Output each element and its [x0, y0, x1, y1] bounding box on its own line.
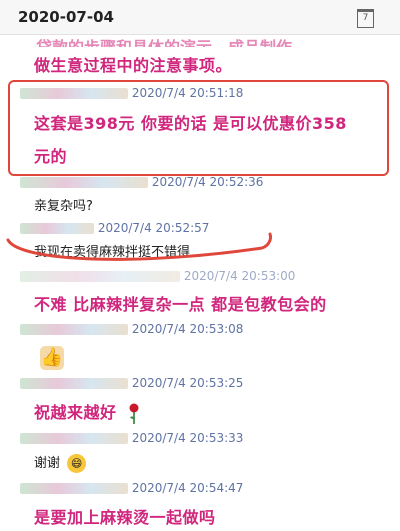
blurred-username: [20, 271, 180, 282]
message-time-7: 2020/7/4 20:53:33: [131, 431, 244, 445]
rose-icon: [129, 403, 139, 424]
grin-emoji-icon: 😄: [67, 454, 87, 473]
red-underline-stroke: [6, 232, 272, 261]
thumbs-up-icon: 👍: [40, 346, 64, 370]
message-time-6: 2020/7/4 20:53:25: [131, 376, 244, 390]
cut-off-message: 贷款的步骤和具体的演示，成品制作: [36, 34, 292, 47]
message-meta-6: 2020/7/4 20:53:25: [20, 376, 243, 390]
blurred-username: [20, 324, 128, 335]
blurred-username: [20, 483, 128, 494]
message-text-6: 祝越来越好: [34, 403, 117, 422]
message-text-8: 是要加上麻辣烫一起做吗: [34, 508, 216, 527]
message-time-4: 2020/7/4 20:53:00: [183, 269, 296, 283]
message-time-5: 2020/7/4 20:53:08: [131, 322, 244, 336]
blurred-username: [20, 88, 128, 99]
message-time-1: 2020/7/4 20:51:18: [131, 86, 244, 100]
message-line-6: 祝越来越好: [34, 399, 141, 425]
message-text-4: 不难 比麻辣拌复杂一点 都是包教包会的: [34, 295, 327, 314]
message-meta-2: 2020/7/4 20:52:36: [20, 175, 263, 189]
message-text-1a: 这套是398元 你要的话 是可以优惠价358: [34, 114, 347, 133]
message-text-7: 谢谢: [34, 456, 61, 471]
message-line-7: 谢谢 😄: [34, 452, 87, 473]
message-meta-5: 2020/7/4 20:53:08: [20, 322, 243, 336]
message-text-a: 做生意过程中的注意事项。: [34, 56, 233, 75]
message-time-8: 2020/7/4 20:54:47: [131, 481, 244, 495]
message-text-1b: 元的: [34, 147, 68, 166]
date-label: 2020-07-04: [18, 8, 114, 26]
message-meta-1: 2020/7/4 20:51:18: [20, 86, 243, 100]
calendar-icon[interactable]: 7: [357, 9, 374, 28]
message-time-2: 2020/7/4 20:52:36: [151, 175, 264, 189]
message-meta-7: 2020/7/4 20:53:33: [20, 431, 243, 445]
message-text-2: 亲复杂吗?: [34, 199, 93, 214]
message-meta-8: 2020/7/4 20:54:47: [20, 481, 243, 495]
blurred-username: [20, 177, 148, 188]
blurred-username: [20, 433, 128, 444]
date-header: 2020-07-04 7: [0, 0, 400, 35]
blurred-username: [20, 378, 128, 389]
message-meta-4: 2020/7/4 20:53:00: [20, 269, 295, 283]
